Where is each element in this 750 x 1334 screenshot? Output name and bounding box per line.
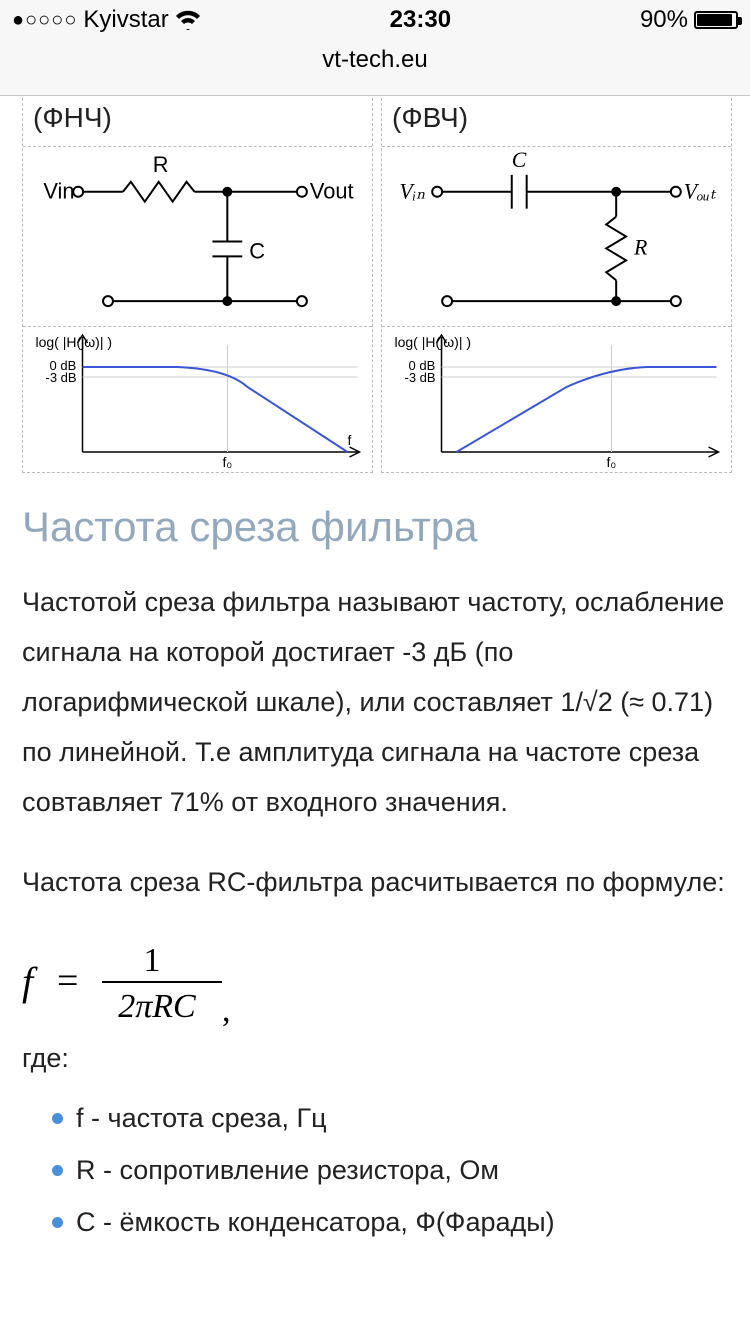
formula-den: 2πRC <box>118 988 196 1025</box>
filter-col-hpf: (ФВЧ) <box>381 98 732 473</box>
paragraph-2: Частота среза RC-фильтра расчитывается п… <box>22 857 732 907</box>
carrier-label: Kyivstar <box>83 6 168 34</box>
lpf-bode-plot: log( |H(jω)| ) 0 dB -3 dB f f₀ <box>23 327 372 472</box>
xlabel: f <box>348 432 352 448</box>
formula-comma: , <box>222 992 231 1027</box>
tick-3db: -3 dB <box>46 370 77 385</box>
url-text: vt-tech.eu <box>322 46 427 73</box>
r-label: R <box>153 152 169 177</box>
f0-label2: f₀ <box>607 454 617 470</box>
ylabel2: log( |H(jω)| ) <box>395 334 472 350</box>
f0-label: f₀ <box>223 454 233 470</box>
list-item: f - частота среза, Гц <box>52 1096 732 1140</box>
definition-list: f - частота среза, Гц R - сопротивление … <box>22 1096 732 1244</box>
list-item: R - сопротивление резистора, Ом <box>52 1148 732 1192</box>
vin-label2: Vᵢₙ <box>399 180 425 204</box>
page-content[interactable]: (ФНЧ) <box>0 98 750 1244</box>
cutoff-formula: f = 1 2πRC , <box>22 937 732 1027</box>
hpf-schematic: Vᵢₙ Vₒᵤₜ C R <box>382 147 731 327</box>
c-label: C <box>249 238 265 263</box>
paragraph-1: Частотой среза фильтра называют частоту,… <box>22 577 732 827</box>
wifi-icon <box>175 10 201 30</box>
hpf-bode-plot: log( |H(jω)| ) 0 dB -3 dB f₀ <box>382 327 731 472</box>
vin-label: Vin <box>43 179 74 204</box>
formula-eq: = <box>57 960 78 1002</box>
status-bar: ●○○○○ Kyivstar 23:30 90% <box>0 0 750 40</box>
c-label2: C <box>512 148 527 172</box>
signal-dots-icon: ●○○○○ <box>12 9 77 32</box>
vout-label2: Vₒᵤₜ <box>684 180 717 204</box>
battery-icon <box>694 11 738 29</box>
status-right: 90% <box>640 6 738 34</box>
lpf-schematic: Vin Vout R C <box>23 147 372 327</box>
filter-label-lpf: (ФНЧ) <box>23 98 372 147</box>
vout-label: Vout <box>310 179 354 204</box>
formula-num: 1 <box>144 942 161 979</box>
list-item: C - ёмкость конденсатора, Ф(Фарады) <box>52 1200 732 1244</box>
where-label: где: <box>22 1043 732 1074</box>
battery-percent: 90% <box>640 6 688 34</box>
formula-f: f <box>22 959 38 1004</box>
browser-url-bar[interactable]: vt-tech.eu <box>0 40 750 96</box>
tick-3db2: -3 dB <box>405 370 436 385</box>
r-label2: R <box>633 235 647 259</box>
filter-label-hpf: (ФВЧ) <box>382 98 731 147</box>
filter-col-lpf: (ФНЧ) <box>22 98 373 473</box>
status-left: ●○○○○ Kyivstar <box>12 6 201 34</box>
ylabel: log( |H(jω)| ) <box>36 334 113 350</box>
section-heading: Частота среза фильтра <box>22 503 732 551</box>
filters-table: (ФНЧ) <box>22 98 732 473</box>
clock: 23:30 <box>390 6 451 34</box>
